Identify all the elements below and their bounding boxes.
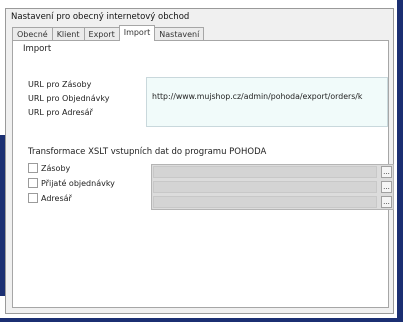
xslt-objednavky-path-field[interactable] bbox=[153, 181, 377, 193]
xslt-zasoby-label: Zásoby bbox=[41, 163, 71, 173]
xslt-zasoby-path-field[interactable] bbox=[153, 166, 377, 178]
url-objednavky-label: URL pro Objednávky bbox=[28, 94, 110, 103]
background-accent-bottom bbox=[0, 318, 403, 322]
xslt-objednavky-row: Přijaté objednávky bbox=[28, 177, 115, 189]
xslt-adresar-checkbox[interactable] bbox=[28, 193, 38, 203]
tab-bar: Obecné Klient Export Import Nastavení bbox=[12, 25, 205, 41]
tab-export[interactable]: Export bbox=[83, 27, 120, 41]
xslt-objednavky-checkbox[interactable] bbox=[28, 178, 38, 188]
xslt-objednavky-browse-button[interactable]: ... bbox=[381, 181, 392, 193]
url-adresar-label: URL pro Adresář bbox=[28, 108, 93, 117]
tab-import[interactable]: Import bbox=[118, 25, 156, 41]
url-zasoby-label: URL pro Zásoby bbox=[28, 80, 92, 89]
tab-klient[interactable]: Klient bbox=[51, 27, 85, 41]
url-objednavky-field[interactable]: http://www.mujshop.cz/admin/pohoda/expor… bbox=[152, 92, 387, 101]
xslt-zasoby-browse-button[interactable]: ... bbox=[381, 166, 392, 178]
xslt-adresar-path-field[interactable] bbox=[153, 196, 377, 208]
dialog-title: Nastavení pro obecný internetový obchod bbox=[11, 12, 190, 22]
xslt-fields-panel: ... ... ... bbox=[151, 164, 394, 210]
xslt-adresar-browse-button[interactable]: ... bbox=[381, 196, 392, 208]
tab-nastaveni[interactable]: Nastavení bbox=[154, 27, 205, 41]
xslt-zasoby-checkbox[interactable] bbox=[28, 163, 38, 173]
tab-obecne[interactable]: Obecné bbox=[12, 27, 53, 41]
background-accent-right bbox=[397, 0, 403, 322]
xslt-objednavky-label: Přijaté objednávky bbox=[41, 178, 115, 188]
url-fields-panel: http://www.mujshop.cz/admin/pohoda/expor… bbox=[146, 77, 388, 127]
xslt-group-label: Transformace XSLT vstupních dat do progr… bbox=[28, 147, 267, 157]
import-tab-panel: Import URL pro Zásoby URL pro Objednávky… bbox=[12, 40, 394, 308]
xslt-adresar-row: Adresář bbox=[28, 192, 72, 204]
settings-dialog: Nastavení pro obecný internetový obchod … bbox=[5, 8, 394, 314]
xslt-zasoby-row: Zásoby bbox=[28, 162, 70, 174]
xslt-adresar-label: Adresář bbox=[41, 193, 72, 203]
import-group-label: Import bbox=[23, 44, 52, 54]
